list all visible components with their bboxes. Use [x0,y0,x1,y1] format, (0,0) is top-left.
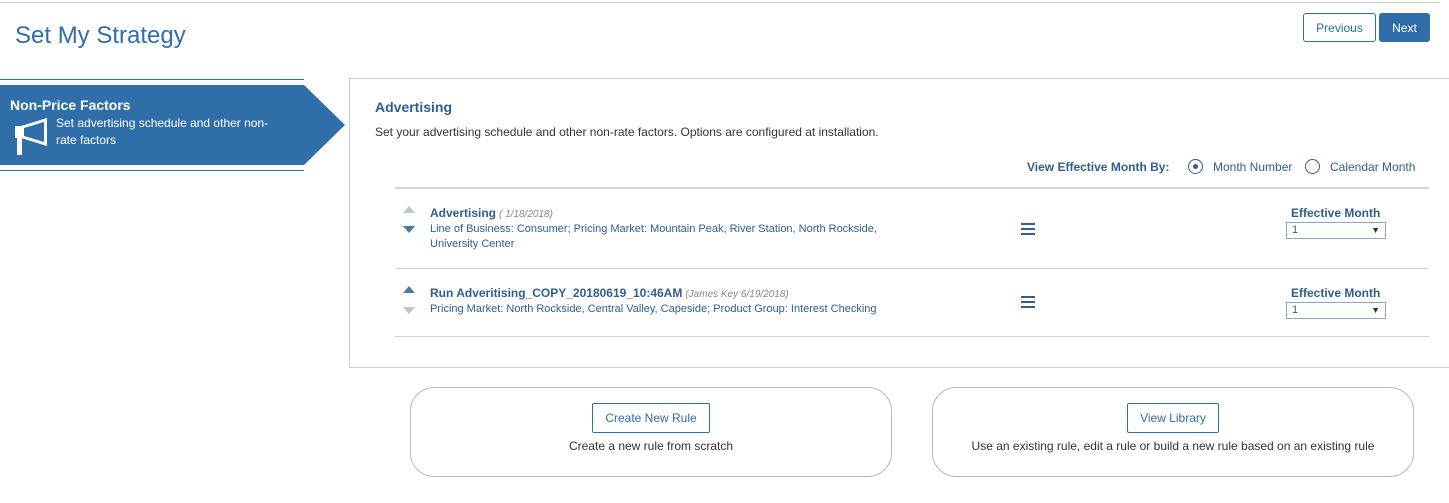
effective-month-label: Effective Month [1291,286,1381,300]
rule-name[interactable]: Advertising [430,206,496,220]
create-new-rule-button[interactable]: Create New Rule [592,403,710,433]
effective-month-value: 1 [1292,304,1299,316]
rules-divider [395,187,1429,189]
effective-month-select[interactable]: 1 ▼ [1286,302,1386,319]
rule-meta: (James Key 6/19/2018) [685,289,789,300]
effective-month-select[interactable]: 1 ▼ [1286,222,1386,239]
calendar-month-label[interactable]: Calendar Month [1330,160,1415,174]
effective-month-label: Effective Month [1291,206,1381,220]
move-down-icon[interactable] [403,307,415,314]
rule-name[interactable]: Run Adveritising_COPY_20180619_10:46AM [430,286,682,300]
rule-divider [395,268,1429,269]
hamburger-menu-icon[interactable] [1021,223,1035,235]
dropdown-caret-icon: ▼ [1371,305,1380,315]
rule-title[interactable]: Advertising( 1/18/2018) [430,206,553,220]
calendar-month-radio[interactable] [1305,159,1320,174]
view-library-button[interactable]: View Library [1127,403,1219,433]
rule-meta: ( 1/18/2018) [499,209,553,220]
move-up-icon[interactable] [403,206,415,213]
move-down-icon[interactable] [403,226,415,233]
move-up-icon[interactable] [403,286,415,293]
view-library-description: Use an existing rule, edit a rule or bui… [971,439,1375,453]
previous-button[interactable]: Previous [1303,13,1376,42]
next-button[interactable]: Next [1379,13,1430,42]
month-number-label[interactable]: Month Number [1213,160,1292,174]
hamburger-menu-icon[interactable] [1021,296,1035,308]
step-description: Set advertising schedule and other non-r… [56,116,269,147]
rule-detail: Pricing Market: North Rockside, Central … [430,303,877,315]
step-divider-bottom [0,170,304,171]
top-divider [0,2,1440,3]
step-divider-top [0,79,304,80]
effective-month-value: 1 [1292,224,1299,236]
rule-divider [395,336,1429,337]
section-title: Advertising [375,99,453,115]
create-rule-description: Create a new rule from scratch [568,439,734,453]
megaphone-icon [15,118,47,155]
rule-detail: Line of Business: Consumer; Pricing Mark… [430,223,877,250]
step-title: Non-Price Factors [10,97,131,113]
dropdown-caret-icon: ▼ [1371,225,1380,235]
month-number-radio[interactable] [1188,159,1203,174]
rule-title[interactable]: Run Adveritising_COPY_20180619_10:46AM (J… [430,286,789,300]
section-description: Set your advertising schedule and other … [375,125,879,139]
page-title: Set My Strategy [15,22,186,49]
view-effective-month-label: View Effective Month By: [1027,160,1170,174]
